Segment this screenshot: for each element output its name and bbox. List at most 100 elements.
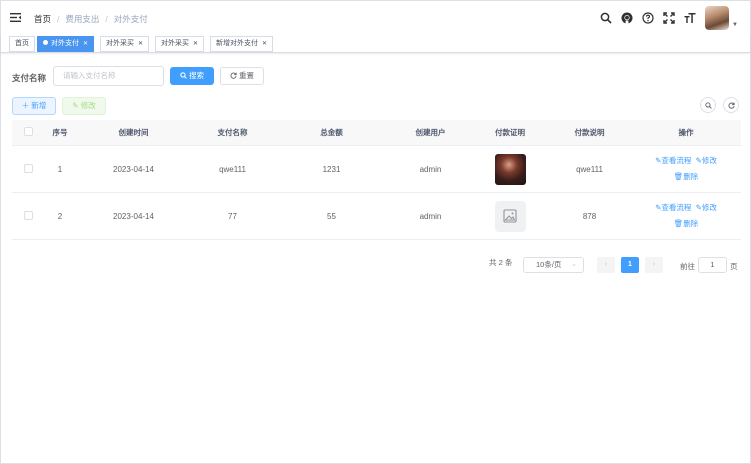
column-header: 支付名称 <box>217 128 248 137</box>
close-icon[interactable]: ✕ <box>262 41 267 47</box>
trash-icon: 🗑 <box>673 172 684 181</box>
created-user-cell: admin <box>419 164 442 174</box>
tags-view: 首页 对外支付 ✕ 对外采买 ✕ 对外采买 ✕ 新增对外支付 ✕ <box>1 35 750 53</box>
row-checkbox[interactable] <box>23 210 33 220</box>
breadcrumb: 首页 / 费用支出 / 对外支付 <box>34 13 148 25</box>
total-amount-cell: 55 <box>327 211 336 221</box>
trash-icon: 🗑 <box>673 219 684 228</box>
edit-link[interactable]: ✎修改 <box>696 203 717 212</box>
hamburger-menu-icon[interactable] <box>10 13 21 22</box>
right-menu: ▼ <box>592 6 738 30</box>
created-user-cell: admin <box>419 211 442 221</box>
tag-label: 对外采买 <box>161 40 189 47</box>
chevron-left-icon: ‹ <box>604 261 608 268</box>
tag-external-purchase[interactable]: 对外采买 ✕ <box>100 36 150 52</box>
close-icon[interactable]: ✕ <box>193 41 198 47</box>
column-header: 操作 <box>678 128 694 137</box>
help-icon[interactable] <box>641 11 655 25</box>
navbar: 首页 / 费用支出 / 对外支付 ▼ <box>1 1 750 35</box>
image-placeholder[interactable] <box>494 200 526 232</box>
delete-link-label: 删除 <box>683 172 699 181</box>
plus-icon: ＋ <box>21 101 30 110</box>
payment-proof-image[interactable] <box>494 153 526 185</box>
prev-page-button[interactable]: ‹ <box>597 257 615 273</box>
edit-link[interactable]: ✎修改 <box>696 156 717 165</box>
tag-external-purchase-2[interactable]: 对外采买 ✕ <box>155 36 205 52</box>
tag-label: 对外采买 <box>106 40 134 47</box>
payment-proof-cell <box>472 200 548 232</box>
payment-proof-cell <box>472 153 548 185</box>
close-icon[interactable]: ✕ <box>138 41 143 47</box>
goto-label: 前往 <box>680 262 695 271</box>
reset-button-label: 重置 <box>239 71 254 80</box>
refresh-icon <box>230 72 237 79</box>
delete-link[interactable]: 🗑删除 <box>674 172 699 181</box>
next-page-button[interactable]: › <box>645 257 663 273</box>
tag-label: 首页 <box>15 40 29 47</box>
table-header: 序号 创建时间 支付名称 总金额 创建用户 付款证明 付款说明 操作 <box>12 120 741 146</box>
chevron-right-icon: › <box>652 261 656 268</box>
edit-button[interactable]: ✎ 修改 <box>62 97 106 115</box>
edit-link-label: 修改 <box>701 156 717 165</box>
close-icon[interactable]: ✕ <box>83 41 88 47</box>
payment-remark-cell: qwe111 <box>576 164 603 174</box>
add-button[interactable]: ＋ 新增 <box>12 97 56 115</box>
breadcrumb-current: 对外支付 <box>113 14 148 24</box>
breadcrumb-separator: / <box>57 14 60 24</box>
search-icon <box>704 101 712 109</box>
github-icon[interactable] <box>620 11 634 25</box>
table-row[interactable]: 1 2023-04-14 qwe111 1231 admin qwe111 ✎查… <box>12 146 741 193</box>
column-header: 总金额 <box>320 128 343 137</box>
payment-name-label: 支付名称 <box>12 73 47 83</box>
goto-page-input[interactable]: 1 <box>698 257 727 273</box>
search-icon[interactable] <box>599 11 613 25</box>
search-button-label: 搜索 <box>189 71 204 80</box>
column-header: 序号 <box>52 128 68 137</box>
search-button[interactable]: 搜索 <box>170 67 214 85</box>
delete-link[interactable]: 🗑删除 <box>674 219 699 228</box>
actions-cell: ✎查看流程 ✎修改 🗑删除 <box>631 153 741 185</box>
tag-external-payment[interactable]: 对外支付 ✕ <box>37 36 95 52</box>
user-avatar[interactable] <box>705 6 730 30</box>
payment-table: 序号 创建时间 支付名称 总金额 创建用户 付款证明 付款说明 操作 1 202… <box>12 120 741 240</box>
table-row[interactable]: 2 2023-04-14 77 55 admin 878 ✎查看流程 ✎修改 🗑… <box>12 193 741 240</box>
index-cell: 1 <box>57 164 63 174</box>
view-process-link[interactable]: ✎查看流程 <box>655 203 691 212</box>
reset-button[interactable]: 重置 <box>220 67 264 85</box>
view-process-link[interactable]: ✎查看流程 <box>655 156 691 165</box>
edit-link-label: 修改 <box>701 203 717 212</box>
edit-icon: ✎ <box>72 101 79 110</box>
tag-label: 对外支付 <box>51 40 79 47</box>
image-icon <box>503 209 517 223</box>
column-header: 付款说明 <box>574 128 605 137</box>
search-icon <box>180 72 187 79</box>
fullscreen-icon[interactable] <box>662 11 676 25</box>
created-time-cell: 2023-04-14 <box>113 164 154 174</box>
payment-name-cell: qwe111 <box>219 164 246 174</box>
page-number-1[interactable]: 1 <box>621 257 639 273</box>
created-time-cell: 2023-04-14 <box>113 211 154 221</box>
column-header: 创建时间 <box>118 128 149 137</box>
select-all-cell <box>12 127 44 138</box>
payment-name-cell: 77 <box>228 211 237 221</box>
toggle-search-button[interactable] <box>700 97 716 113</box>
total-amount-cell: 1231 <box>322 164 341 174</box>
select-all-checkbox[interactable] <box>23 127 33 136</box>
font-size-icon[interactable] <box>683 11 697 25</box>
payment-name-input[interactable]: 请输入支付名称 <box>53 66 164 86</box>
row-select-cell <box>12 163 44 175</box>
app-window: 首页 / 费用支出 / 对外支付 ▼ 首页 对外支付 ✕ 对外采买 ✕ 对外采买… <box>0 0 751 464</box>
index-cell: 2 <box>57 211 63 221</box>
row-checkbox[interactable] <box>23 163 33 173</box>
caret-down-icon[interactable]: ▼ <box>732 22 738 28</box>
tag-home[interactable]: 首页 <box>9 36 35 52</box>
refresh-icon <box>727 102 735 109</box>
view-process-label: 查看流程 <box>661 156 692 165</box>
refresh-button[interactable] <box>723 97 739 113</box>
page-size-select[interactable]: 10条/页 ⌄ <box>523 257 584 273</box>
tag-new-external-payment[interactable]: 新增对外支付 ✕ <box>210 36 274 52</box>
delete-link-label: 删除 <box>683 219 699 228</box>
breadcrumb-home[interactable]: 首页 <box>34 13 51 25</box>
column-header: 创建用户 <box>415 128 446 137</box>
page-suffix: 页 <box>730 262 738 271</box>
